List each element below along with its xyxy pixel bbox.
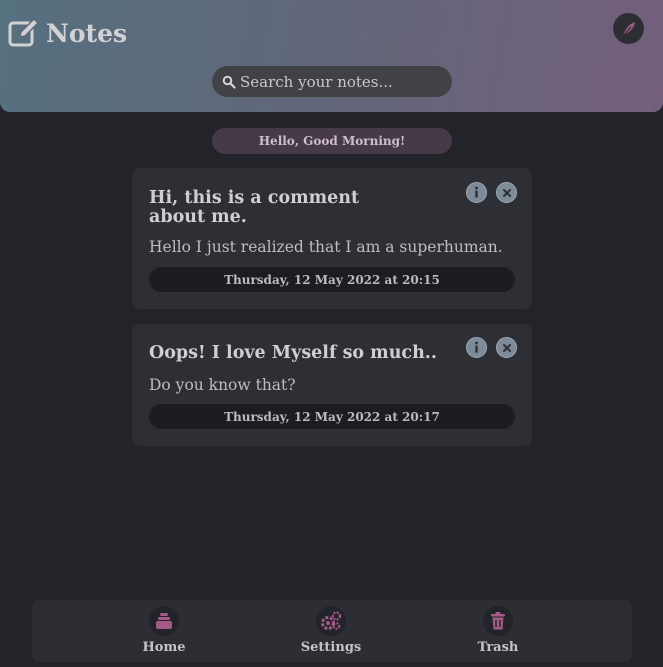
search-input[interactable] [240, 67, 445, 96]
settings-icon-circle [316, 606, 346, 636]
nav-item-trash[interactable]: Trash [458, 606, 538, 655]
greeting-banner: Hello, Good Morning! [212, 128, 452, 154]
trash-icon-circle [483, 606, 513, 636]
note-card[interactable]: Hi, this is a comment about me. Hello I … [132, 168, 532, 309]
note-date: Thursday, 12 May 2022 at 20:17 [149, 404, 515, 429]
app-header: Notes [0, 0, 663, 112]
close-icon [502, 188, 511, 197]
note-title: Hi, this is a comment about me. [149, 188, 360, 227]
feather-icon [621, 21, 635, 37]
search-icon [222, 75, 236, 89]
note-body: Do you know that? [149, 376, 296, 394]
info-icon [475, 186, 478, 198]
edit-note-icon [8, 17, 40, 47]
nav-label-trash: Trash [477, 640, 519, 655]
note-card[interactable]: Oops! I love Myself so much.. Do you kno… [132, 324, 532, 446]
note-info-button[interactable] [466, 337, 487, 358]
bottom-nav: Home Settings Trash [32, 600, 632, 662]
nav-label-settings: Settings [300, 640, 362, 655]
note-delete-button[interactable] [496, 337, 517, 358]
trash-icon [491, 612, 505, 630]
search-bar[interactable] [212, 66, 452, 97]
note-body: Hello I just realized that I am a superh… [149, 238, 503, 256]
home-icon-circle [149, 606, 179, 636]
profile-button[interactable] [613, 13, 644, 44]
nav-label-home: Home [142, 640, 186, 655]
note-info-button[interactable] [466, 182, 487, 203]
brand[interactable]: Notes [8, 16, 127, 50]
app-title: Notes [46, 18, 128, 48]
info-icon [475, 341, 478, 353]
note-delete-button[interactable] [496, 182, 517, 203]
nav-item-settings[interactable]: Settings [291, 606, 371, 655]
note-date: Thursday, 12 May 2022 at 20:15 [149, 267, 515, 292]
close-icon [502, 343, 511, 352]
note-title: Oops! I love Myself so much.. [149, 343, 437, 363]
nav-item-home[interactable]: Home [124, 606, 204, 655]
gears-icon [321, 611, 342, 630]
inbox-stack-icon [156, 613, 172, 629]
